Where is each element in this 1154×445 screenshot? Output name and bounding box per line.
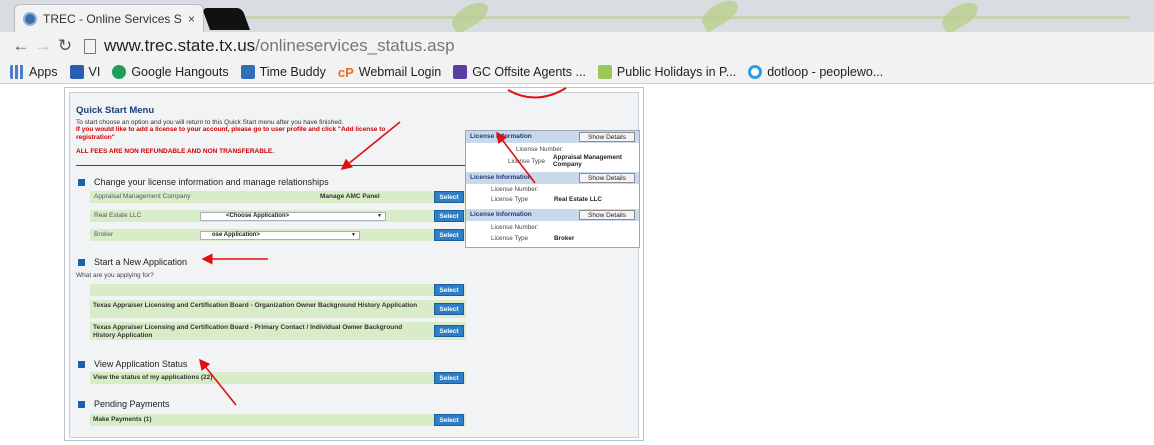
application-row-primary-contact: Texas Appraiser Licensing and Certificat… [90, 322, 466, 340]
application-row-organization-owner: Texas Appraiser Licensing and Certificat… [90, 300, 466, 318]
bookmarks-bar: Apps VI Google Hangouts Time Buddy cP Web… [0, 60, 1154, 84]
select-button[interactable]: Select [434, 303, 464, 315]
new-tab-button[interactable] [201, 8, 251, 30]
dotloop-icon [748, 64, 763, 79]
show-details-button[interactable]: Show Details [579, 173, 635, 183]
license-row-real-estate-llc: Real Estate LLC <Choose Application> ▼ [90, 210, 466, 222]
license-info-header: License Information Show Details [466, 209, 639, 221]
browser-tab[interactable]: TREC - Online Services Sta × [14, 4, 204, 32]
license-info-header: License Information Show Details [466, 172, 639, 184]
select-button[interactable]: Select [434, 414, 464, 426]
section-bullet-icon [78, 360, 85, 368]
license-type-value: Broker [554, 235, 575, 242]
license-type-label: License Type [491, 235, 528, 242]
bookmark-apps[interactable]: Apps [10, 64, 58, 79]
vi-icon [69, 64, 84, 79]
gc-icon [453, 64, 468, 79]
reload-icon[interactable]: ↻ [54, 36, 76, 56]
license-number-label: License Number: [516, 146, 564, 153]
address-bar[interactable]: www.trec.state.tx.us/onlineservices_stat… [84, 36, 455, 56]
quick-start-title: Quick Start Menu [76, 105, 155, 116]
bookmark-webmail-login[interactable]: cP Webmail Login [337, 64, 441, 80]
select-button[interactable]: Select [434, 372, 464, 384]
fees-notice: ALL FEES ARE NON REFUNDABLE AND NON TRAN… [76, 148, 275, 155]
bookmark-google-hangouts[interactable]: Google Hangouts [112, 64, 229, 79]
application-select[interactable]: ose Application> ▼ [200, 231, 360, 240]
section-bullet-icon [78, 178, 85, 186]
holiday-icon [597, 64, 612, 79]
license-information-panel: License Information Show Details License… [465, 130, 640, 248]
license-number-label: License Number: [491, 224, 539, 231]
page-icon [84, 38, 96, 54]
select-button[interactable]: Select [434, 284, 464, 296]
select-button[interactable]: Select [434, 325, 464, 337]
status-row: View the status of my applications (22) [90, 372, 466, 384]
url-path: /onlineservices_status.asp [255, 36, 455, 55]
chevron-down-icon: ▼ [351, 232, 356, 238]
browser-toolbar: ← → ↻ www.trec.state.tx.us/onlineservice… [0, 32, 1154, 60]
bookmark-gc-offsite-agents[interactable]: GC Offsite Agents ... [453, 64, 586, 79]
license-type-label: License Type [508, 158, 545, 165]
show-details-button[interactable]: Show Details [579, 132, 635, 142]
select-button[interactable]: Select [434, 191, 464, 203]
new-application-subtitle: What are you applying for? [76, 272, 154, 279]
application-row-empty [90, 284, 466, 296]
change-license-heading: Change your license information and mana… [78, 177, 329, 187]
bookmark-dotloop[interactable]: dotloop - peoplewo... [748, 64, 883, 79]
show-details-button[interactable]: Show Details [579, 210, 635, 220]
close-icon[interactable]: × [188, 12, 195, 26]
time-buddy-icon [240, 64, 255, 79]
browser-tab-strip: TREC - Online Services Sta × [0, 0, 1154, 32]
tab-title: TREC - Online Services Sta [43, 11, 182, 26]
license-type-value: Appraisal Management Company [553, 154, 622, 168]
select-button[interactable]: Select [434, 210, 464, 222]
bookmark-vi[interactable]: VI [69, 64, 100, 79]
apps-grid-icon [10, 64, 24, 79]
bookmark-time-buddy[interactable]: Time Buddy [240, 64, 326, 79]
section-bullet-icon [78, 400, 85, 408]
page-frame: Quick Start Menu To start choose an opti… [64, 87, 644, 441]
back-arrow-icon[interactable]: ← [10, 36, 32, 56]
url-host: www.trec.state.tx.us [104, 36, 256, 55]
chevron-down-icon: ▼ [377, 213, 382, 219]
new-application-heading: Start a New Application [78, 257, 187, 267]
license-info-header: License Information Show Details [466, 131, 639, 143]
application-select[interactable]: <Choose Application> ▼ [200, 212, 386, 221]
license-row-broker: Broker ose Application> ▼ [90, 229, 466, 241]
hangouts-icon [112, 64, 127, 79]
bookmark-public-holidays[interactable]: Public Holidays in P... [597, 64, 736, 79]
license-row-amc: Appraisal Management Company Manage AMC … [90, 191, 466, 203]
quick-start-menu: Quick Start Menu To start choose an opti… [69, 92, 640, 438]
forward-arrow-icon[interactable]: → [32, 36, 54, 56]
license-number-label: License Number: [491, 186, 539, 193]
license-type-value: Real Estate LLC [554, 196, 602, 203]
view-status-heading: View Application Status [78, 359, 187, 369]
trec-favicon-icon [23, 11, 37, 26]
payments-row: Make Payments (1) [90, 414, 466, 426]
cpanel-icon: cP [337, 64, 354, 80]
select-button[interactable]: Select [434, 229, 464, 241]
add-license-note: If you would like to add a license to yo… [76, 126, 386, 141]
section-bullet-icon [78, 258, 85, 266]
pending-payments-heading: Pending Payments [78, 399, 170, 409]
license-type-label: License Type [491, 196, 528, 203]
decorative-vine [230, 16, 1130, 19]
